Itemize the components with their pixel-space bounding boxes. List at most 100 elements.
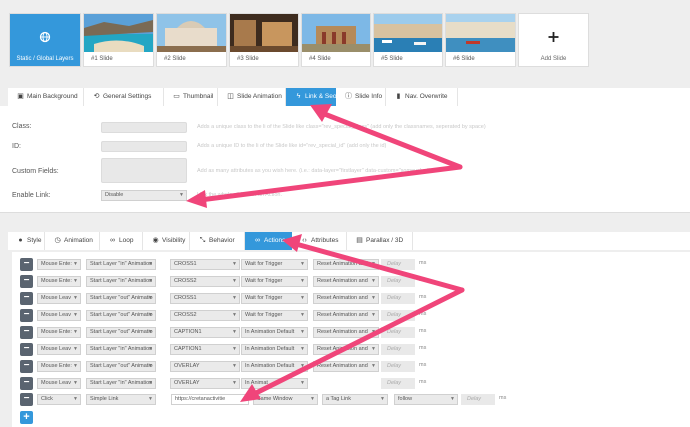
event-select[interactable]: Mouse Leav ▼ bbox=[37, 378, 81, 389]
id-input[interactable] bbox=[101, 141, 187, 152]
remove-action-button[interactable]: − bbox=[20, 393, 33, 406]
event-select[interactable]: Mouse Leav ▼ bbox=[37, 344, 81, 355]
trigger-select[interactable]: In Animat ▼ bbox=[241, 378, 308, 389]
enable-link-select[interactable]: Disable ▼ bbox=[101, 190, 187, 201]
action-select[interactable]: Start Layer "in" Animation ▼ bbox=[86, 344, 156, 355]
event-select[interactable]: Mouse Ente: ▼ bbox=[37, 276, 81, 287]
action-select[interactable]: Simple Link ▼ bbox=[86, 394, 156, 405]
event-select[interactable]: Mouse Ente: ▼ bbox=[37, 327, 81, 338]
event-select[interactable]: Mouse Ente: ▼ bbox=[37, 259, 81, 270]
link-tag-select[interactable]: a Tag Link ▼ bbox=[322, 394, 388, 405]
delay-input[interactable]: Delay bbox=[381, 344, 415, 355]
remove-action-button[interactable]: − bbox=[20, 360, 33, 373]
tab-slide-animation[interactable]: ◫ Slide Animation bbox=[218, 88, 286, 106]
delay-input[interactable]: Delay bbox=[381, 276, 415, 287]
target-layer-select[interactable]: OVERLAY ▼ bbox=[170, 378, 240, 389]
id-label: ID: bbox=[12, 143, 21, 150]
action-select[interactable]: Start Layer "in" Animation ▼ bbox=[86, 259, 156, 270]
reset-select[interactable]: Reset Animation and ▼ bbox=[313, 327, 379, 338]
trigger-select[interactable]: In Animation Default ▼ bbox=[241, 327, 308, 338]
slide-caption: #3 Slide bbox=[237, 56, 259, 62]
delay-unit: ms bbox=[419, 294, 427, 300]
tab-general-settings[interactable]: ⟲ General Settings bbox=[84, 88, 164, 106]
event-select[interactable]: Mouse Ente: ▼ bbox=[37, 361, 81, 372]
slide-3[interactable]: #3 Slide bbox=[230, 14, 298, 66]
chevron-down-icon: ▼ bbox=[300, 261, 305, 267]
event-select[interactable]: Mouse Leav ▼ bbox=[37, 293, 81, 304]
target-layer-select[interactable]: CAPTION1 ▼ bbox=[170, 344, 240, 355]
chevron-down-icon: ▼ bbox=[73, 380, 78, 386]
remove-action-button[interactable]: − bbox=[20, 275, 33, 288]
tab-behavior[interactable]: ⤡ Behavior bbox=[190, 232, 245, 250]
trigger-select[interactable]: Wait for Trigger ▼ bbox=[241, 276, 308, 287]
reset-select[interactable]: Reset Animation and ▼ bbox=[313, 344, 379, 355]
reset-select[interactable]: Reset Animation and ▼ bbox=[313, 276, 379, 287]
delay-input[interactable]: Delay bbox=[381, 293, 415, 304]
trigger-select[interactable]: Wait for Trigger ▼ bbox=[241, 310, 308, 321]
link-window-select[interactable]: Same Window ▼ bbox=[253, 394, 318, 405]
reset-select[interactable]: Reset Animation and ▼ bbox=[313, 259, 379, 270]
nav-icon: ▮ bbox=[396, 93, 401, 100]
delay-input[interactable]: Delay bbox=[381, 361, 415, 372]
remove-action-button[interactable]: − bbox=[20, 292, 33, 305]
remove-action-button[interactable]: − bbox=[20, 326, 33, 339]
reset-select[interactable]: Reset Animation and ▼ bbox=[313, 310, 379, 321]
delay-input[interactable]: Delay bbox=[461, 394, 495, 405]
slide-6[interactable]: #6 Slide bbox=[446, 14, 515, 66]
delay-input[interactable]: Delay bbox=[381, 327, 415, 338]
tab-thumbnail[interactable]: ▭ Thumbnail bbox=[164, 88, 218, 106]
action-select[interactable]: Start Layer "out" Animatio ▼ bbox=[86, 310, 156, 321]
slide-4[interactable]: #4 Slide bbox=[302, 14, 370, 66]
target-layer-select[interactable]: CAPTION1 ▼ bbox=[170, 327, 240, 338]
action-select[interactable]: Start Layer "out" Animatio ▼ bbox=[86, 361, 156, 372]
link-url-input[interactable]: https://cretanactivitie bbox=[171, 394, 249, 405]
event-select[interactable]: Mouse Leav ▼ bbox=[37, 310, 81, 321]
target-layer-select[interactable]: CROSS2 ▼ bbox=[170, 276, 240, 287]
target-layer-select[interactable]: OVERLAY ▼ bbox=[170, 361, 240, 372]
trigger-select[interactable]: Wait for Trigger ▼ bbox=[241, 259, 308, 270]
add-action-button[interactable]: + bbox=[20, 411, 33, 424]
tab-animation[interactable]: ◷ Animation bbox=[45, 232, 100, 250]
target-layer-select[interactable]: CROSS2 ▼ bbox=[170, 310, 240, 321]
reset-select[interactable]: Reset Animation and ▼ bbox=[313, 293, 379, 304]
remove-action-button[interactable]: − bbox=[20, 377, 33, 390]
delay-input[interactable]: Delay bbox=[381, 378, 415, 389]
tab-attributes[interactable]: ‹› Attributes bbox=[292, 232, 347, 250]
action-select[interactable]: Start Layer "in" Animation ▼ bbox=[86, 276, 156, 287]
info-icon: ⓘ bbox=[345, 93, 352, 100]
tab-link-seo[interactable]: ϟ Link & Seo bbox=[286, 88, 336, 106]
slide-1[interactable]: #1 Slide bbox=[84, 14, 153, 66]
tab-loop[interactable]: ∞ Loop bbox=[100, 232, 143, 250]
tab-main-background[interactable]: ▣ Main Background bbox=[8, 88, 84, 106]
add-slide-button[interactable]: Add Slide bbox=[519, 14, 588, 66]
action-select[interactable]: Start Layer "out" Animatio ▼ bbox=[86, 327, 156, 338]
action-select[interactable]: Start Layer "out" Animatio ▼ bbox=[86, 293, 156, 304]
action-select[interactable]: Start Layer "in" Animation ▼ bbox=[86, 378, 156, 389]
reset-select[interactable]: Reset Animation and ▼ bbox=[313, 361, 379, 372]
remove-action-button[interactable]: − bbox=[20, 343, 33, 356]
tab-nav-overwrite[interactable]: ▮ Nav. Overwrite bbox=[386, 88, 458, 106]
slide-2[interactable]: #2 Slide bbox=[157, 14, 226, 66]
custom-fields-input[interactable] bbox=[101, 158, 187, 183]
slide-static-global-layers[interactable]: Static / Global Layers bbox=[10, 14, 80, 66]
trigger-select[interactable]: Wait for Trigger ▼ bbox=[241, 293, 308, 304]
layer-settings-tabs: ● Style ◷ Animation ∞ Loop ◉ Visibility ⤡ Beh… bbox=[8, 232, 690, 250]
trigger-select[interactable]: In Animation Default ▼ bbox=[241, 361, 308, 372]
trigger-select[interactable]: In Animation Default ▼ bbox=[241, 344, 308, 355]
tab-slide-info[interactable]: ⓘ Slide Info bbox=[336, 88, 386, 106]
tab-visibility[interactable]: ◉ Visibility bbox=[143, 232, 190, 250]
tab-parallax-3d[interactable]: ▤ Parallax / 3D bbox=[347, 232, 413, 250]
link-follow-select[interactable]: follow ▼ bbox=[394, 394, 458, 405]
tab-style[interactable]: ● Style bbox=[8, 232, 45, 250]
event-select[interactable]: Click ▼ bbox=[37, 394, 81, 405]
class-input[interactable] bbox=[101, 122, 187, 133]
delay-input[interactable]: Delay bbox=[381, 310, 415, 321]
tab-actions[interactable]: ∞ Actions bbox=[245, 232, 292, 250]
slide-5[interactable]: #5 Slide bbox=[374, 14, 442, 66]
target-layer-select[interactable]: CROSS1 ▼ bbox=[170, 293, 240, 304]
delay-input[interactable]: Delay bbox=[381, 259, 415, 270]
remove-action-button[interactable]: − bbox=[20, 258, 33, 271]
chevron-down-icon: ▼ bbox=[371, 295, 376, 301]
remove-action-button[interactable]: − bbox=[20, 309, 33, 322]
target-layer-select[interactable]: CROSS1 ▼ bbox=[170, 259, 240, 270]
